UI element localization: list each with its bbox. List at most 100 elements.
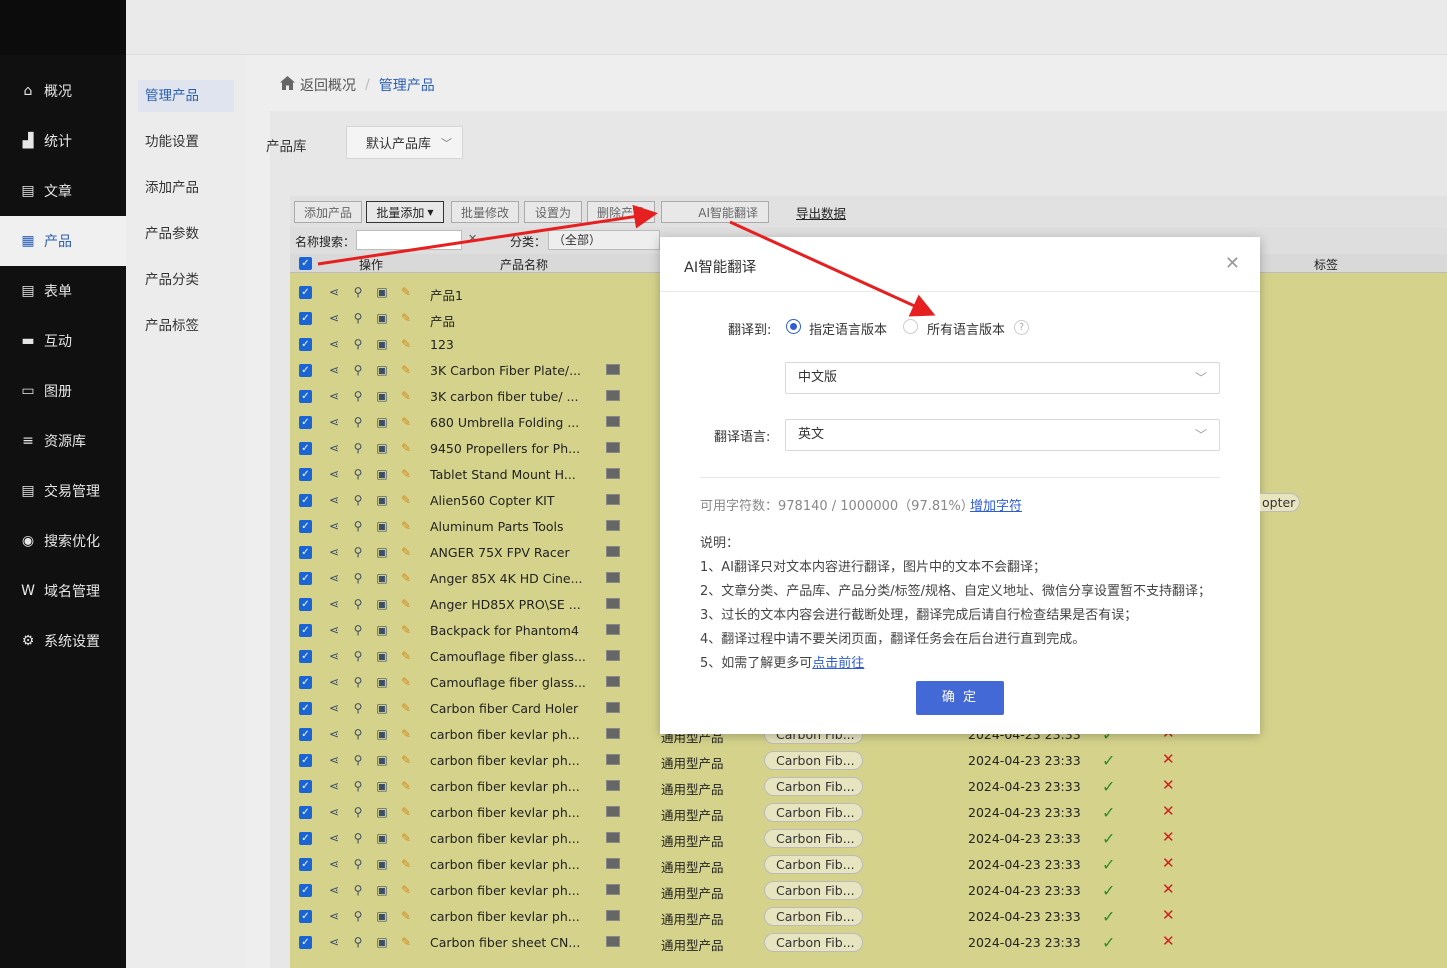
row-checkbox[interactable]: ✓ <box>299 598 312 611</box>
row-checkbox[interactable]: ✓ <box>299 624 312 637</box>
search-icon[interactable]: ⚲ <box>351 727 365 741</box>
edit-icon[interactable]: ✎ <box>399 649 413 663</box>
cross-icon[interactable]: ✕ <box>1162 750 1175 768</box>
sidebar-item-5[interactable]: ▬ 互动 <box>0 316 126 366</box>
share-icon[interactable]: ⋖ <box>327 337 341 351</box>
search-icon[interactable]: ⚲ <box>351 519 365 533</box>
share-icon[interactable]: ⋖ <box>327 363 341 377</box>
image-icon[interactable]: ▣ <box>375 727 389 741</box>
share-icon[interactable]: ⋖ <box>327 623 341 637</box>
radio-all-label[interactable]: 所有语言版本 <box>927 319 1005 338</box>
thumbnail-icon[interactable] <box>606 728 620 739</box>
image-icon[interactable]: ▣ <box>375 675 389 689</box>
thumbnail-icon[interactable] <box>606 520 620 531</box>
search-icon[interactable]: ⚲ <box>351 753 365 767</box>
table-row[interactable]: ✓ ⋖ ⚲ ▣ ✎ carbon fiber kevlar ph... 通用型产品 Carbo… <box>290 748 1447 774</box>
table-row[interactable]: ✓ ⋖ ⚲ ▣ ✎ carbon fiber kevlar ph... 通用型产品 Carbo… <box>290 774 1447 800</box>
image-icon[interactable]: ▣ <box>375 623 389 637</box>
search-icon[interactable]: ⚲ <box>351 415 365 429</box>
edit-icon[interactable]: ✎ <box>399 415 413 429</box>
row-checkbox[interactable]: ✓ <box>299 832 312 845</box>
sidebar-item-2[interactable]: ▤ 文章 <box>0 166 126 216</box>
search-icon[interactable]: ⚲ <box>351 363 365 377</box>
search-icon[interactable]: ⚲ <box>351 285 365 299</box>
help-icon[interactable]: ? <box>1014 320 1029 335</box>
product-name[interactable]: 产品1 <box>430 285 463 304</box>
home-icon[interactable] <box>280 76 295 94</box>
confirm-button[interactable]: 确 定 <box>916 681 1004 715</box>
search-icon[interactable]: ⚲ <box>351 493 365 507</box>
row-checkbox[interactable]: ✓ <box>299 780 312 793</box>
share-icon[interactable]: ⋖ <box>327 519 341 533</box>
image-icon[interactable]: ▣ <box>375 285 389 299</box>
thumbnail-icon[interactable] <box>606 832 620 843</box>
product-name[interactable]: carbon fiber kevlar ph... <box>430 909 580 924</box>
edit-icon[interactable]: ✎ <box>399 441 413 455</box>
edit-icon[interactable]: ✎ <box>399 363 413 377</box>
export-data-link[interactable]: 导出数据 <box>796 203 846 222</box>
share-icon[interactable]: ⋖ <box>327 649 341 663</box>
search-icon[interactable]: ⚲ <box>351 389 365 403</box>
product-name[interactable]: Anger HD85X PRO\SE ... <box>430 597 581 612</box>
product-name[interactable]: Alien560 Copter KIT <box>430 493 554 508</box>
subnav-item-5[interactable]: 产品标签 <box>138 310 234 342</box>
thumbnail-icon[interactable] <box>606 676 620 687</box>
edit-icon[interactable]: ✎ <box>399 909 413 923</box>
image-icon[interactable]: ▣ <box>375 935 389 949</box>
cross-icon[interactable]: ✕ <box>1162 932 1175 950</box>
search-icon[interactable]: ⚲ <box>351 675 365 689</box>
share-icon[interactable]: ⋖ <box>327 883 341 897</box>
edit-icon[interactable]: ✎ <box>399 727 413 741</box>
subnav-item-2[interactable]: 添加产品 <box>138 172 234 204</box>
edit-icon[interactable]: ✎ <box>399 779 413 793</box>
product-name[interactable]: Camouflage fiber glass... <box>430 649 586 664</box>
radio-all-versions[interactable] <box>903 319 918 334</box>
edit-icon[interactable]: ✎ <box>399 389 413 403</box>
image-icon[interactable]: ▣ <box>375 649 389 663</box>
share-icon[interactable]: ⋖ <box>327 805 341 819</box>
sidebar-item-9[interactable]: ◉ 搜索优化 <box>0 516 126 566</box>
check-icon[interactable]: ✓ <box>1102 907 1115 926</box>
image-icon[interactable]: ▣ <box>375 519 389 533</box>
search-icon[interactable]: ⚲ <box>351 545 365 559</box>
edit-icon[interactable]: ✎ <box>399 285 413 299</box>
table-row[interactable]: ✓ ⋖ ⚲ ▣ ✎ Carbon fiber sheet CN... 通用型产品 Carbon… <box>290 930 1447 956</box>
category-select[interactable]: （全部） <box>548 230 660 250</box>
edit-icon[interactable]: ✎ <box>399 831 413 845</box>
sidebar-item-4[interactable]: ▤ 表单 <box>0 266 126 316</box>
search-icon[interactable]: ⚲ <box>351 337 365 351</box>
product-name[interactable]: 3K carbon fiber tube/ ... <box>430 389 578 404</box>
edit-icon[interactable]: ✎ <box>399 597 413 611</box>
thumbnail-icon[interactable] <box>606 650 620 661</box>
batch-add-button[interactable]: 批量添加 ▼ <box>366 201 444 223</box>
search-icon[interactable]: ⚲ <box>351 597 365 611</box>
product-name[interactable]: Carbon fiber Card Holer <box>430 701 578 716</box>
image-icon[interactable]: ▣ <box>375 701 389 715</box>
image-icon[interactable]: ▣ <box>375 805 389 819</box>
product-name[interactable]: 9450 Propellers for Ph... <box>430 441 580 456</box>
library-select[interactable]: 默认产品库 ﹀ <box>346 126 463 159</box>
select-all-checkbox[interactable]: ✓ <box>299 257 312 270</box>
product-name[interactable]: carbon fiber kevlar ph... <box>430 805 580 820</box>
edit-icon[interactable]: ✎ <box>399 467 413 481</box>
table-row[interactable]: ✓ ⋖ ⚲ ▣ ✎ carbon fiber kevlar ph... 通用型产品 Carbo… <box>290 800 1447 826</box>
product-name[interactable]: 产品 <box>430 311 455 330</box>
row-checkbox[interactable]: ✓ <box>299 572 312 585</box>
image-icon[interactable]: ▣ <box>375 883 389 897</box>
image-icon[interactable]: ▣ <box>375 441 389 455</box>
row-checkbox[interactable]: ✓ <box>299 468 312 481</box>
thumbnail-icon[interactable] <box>606 936 620 947</box>
subnav-item-3[interactable]: 产品参数 <box>138 218 234 250</box>
subnav-item-0[interactable]: 管理产品 <box>138 80 234 112</box>
cross-icon[interactable]: ✕ <box>1162 906 1175 924</box>
image-icon[interactable]: ▣ <box>375 545 389 559</box>
image-icon[interactable]: ▣ <box>375 857 389 871</box>
row-checkbox[interactable]: ✓ <box>299 390 312 403</box>
check-icon[interactable]: ✓ <box>1102 777 1115 796</box>
image-icon[interactable]: ▣ <box>375 779 389 793</box>
target-language-select[interactable]: 英文 ﹀ <box>785 419 1220 451</box>
search-icon[interactable]: ⚲ <box>351 623 365 637</box>
sidebar-item-0[interactable]: ⌂ 概况 <box>0 66 126 116</box>
cross-icon[interactable]: ✕ <box>1162 776 1175 794</box>
product-name[interactable]: Anger 85X 4K HD Cine... <box>430 571 583 586</box>
